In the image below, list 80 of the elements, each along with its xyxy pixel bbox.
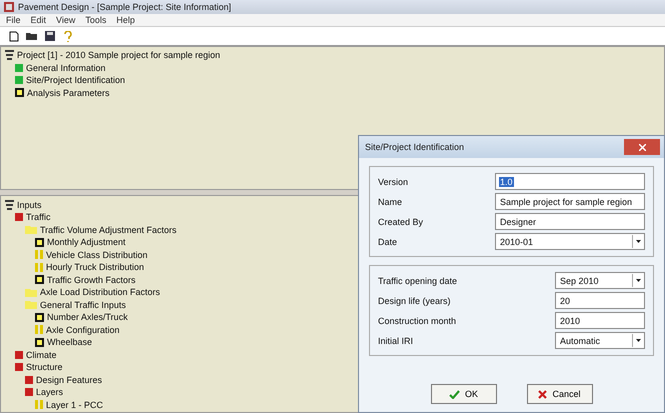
status-square-icon bbox=[25, 376, 33, 384]
tree-item[interactable]: Climate bbox=[26, 350, 57, 360]
tree-item[interactable]: Project [1] - 2010 Sample project for sample region bbox=[17, 50, 220, 60]
dropdown-field[interactable]: 2010-01 bbox=[495, 233, 645, 250]
help-icon bbox=[64, 30, 72, 42]
menu-item[interactable]: File bbox=[6, 15, 21, 25]
tree-item[interactable]: Axle Load Distribution Factors bbox=[40, 287, 160, 298]
dropdown-arrow-icon bbox=[636, 240, 641, 243]
tree-item[interactable]: Traffic Volume Adjustment Factors bbox=[40, 224, 177, 235]
field-label: Design life (years) bbox=[378, 296, 452, 306]
tree-root-icon bbox=[5, 200, 14, 210]
close-button[interactable] bbox=[624, 139, 660, 155]
status-square-icon bbox=[15, 76, 23, 84]
tree-item[interactable]: Number Axles/Truck bbox=[47, 312, 128, 322]
field-label: Version bbox=[378, 176, 410, 186]
status-square-icon bbox=[25, 388, 33, 396]
folder-icon bbox=[25, 288, 37, 297]
save-icon bbox=[44, 31, 54, 42]
new-file-icon bbox=[8, 30, 18, 42]
input-field[interactable]: Sample project for sample region bbox=[495, 193, 645, 210]
tree-item[interactable]: Traffic bbox=[26, 212, 51, 222]
tree-item[interactable]: General Information bbox=[26, 62, 106, 73]
cross-icon bbox=[538, 390, 548, 398]
tree-item[interactable]: Traffic Growth Factors bbox=[47, 274, 136, 285]
menu-item[interactable]: Tools bbox=[85, 15, 106, 25]
dialog-title: Site/Project Identification bbox=[365, 142, 464, 152]
field-label: Date bbox=[378, 236, 398, 246]
field-label: Created By bbox=[378, 216, 424, 226]
tree-item[interactable]: Layer 1 - PCC bbox=[46, 400, 104, 410]
dropdown-arrow-icon bbox=[636, 339, 641, 342]
bars-icon bbox=[35, 250, 43, 260]
menu-item[interactable]: Edit bbox=[30, 15, 46, 25]
check-icon bbox=[448, 390, 460, 398]
square-outline-icon bbox=[35, 312, 44, 322]
window-title: Pavement Design - [Sample Project: Site Information] bbox=[18, 2, 232, 12]
tree-item[interactable]: Layers bbox=[36, 387, 64, 398]
tree-item[interactable]: Design Features bbox=[36, 374, 102, 385]
square-outline-icon bbox=[35, 238, 44, 247]
menu-item[interactable]: View bbox=[56, 15, 76, 25]
folder-icon bbox=[26, 31, 37, 42]
input-field[interactable]: 20 bbox=[555, 292, 645, 309]
input-field[interactable]: Designer bbox=[495, 213, 645, 230]
tree-item[interactable]: General Traffic Inputs bbox=[40, 300, 126, 310]
field-label: Name bbox=[378, 196, 404, 206]
tree-item[interactable]: Structure bbox=[26, 362, 63, 372]
status-square-icon bbox=[15, 213, 23, 222]
tree-item[interactable]: Vehicle Class Distribution bbox=[46, 250, 148, 260]
input-field[interactable]: 1.0 bbox=[495, 173, 645, 190]
app-icon bbox=[4, 2, 14, 12]
dropdown-field[interactable]: Automatic bbox=[555, 332, 645, 349]
menu-item[interactable]: Help bbox=[116, 15, 135, 25]
tree-item[interactable]: Analysis Parameters bbox=[27, 88, 110, 98]
field-label: Initial IRI bbox=[378, 336, 414, 346]
input-field[interactable]: 2010 bbox=[555, 312, 645, 329]
tree-item[interactable]: Wheelbase bbox=[47, 337, 92, 348]
dropdown-field[interactable]: Sep 2010 bbox=[555, 272, 645, 289]
square-outline-icon bbox=[35, 338, 44, 347]
status-square-icon bbox=[15, 64, 23, 72]
tree-item[interactable]: Monthly Adjustment bbox=[47, 237, 126, 248]
toolbar-button[interactable] bbox=[42, 29, 57, 44]
tree-item[interactable]: Inputs bbox=[17, 200, 42, 210]
cancel-button[interactable]: Cancel bbox=[526, 384, 592, 404]
tree-item[interactable]: Site/Project Identification bbox=[26, 75, 126, 86]
folder-icon bbox=[25, 300, 37, 310]
field-label: Construction month bbox=[378, 316, 458, 326]
bars-icon bbox=[35, 400, 43, 410]
bars-icon bbox=[35, 262, 43, 272]
field-label: Traffic opening date bbox=[378, 276, 458, 286]
bars-icon bbox=[35, 325, 43, 334]
ok-button[interactable]: OK bbox=[430, 384, 496, 404]
square-outline-icon bbox=[15, 88, 24, 98]
status-square-icon bbox=[15, 363, 23, 372]
dropdown-arrow-icon bbox=[636, 279, 641, 282]
square-outline-icon bbox=[35, 275, 44, 284]
tree-item[interactable]: Hourly Truck Distribution bbox=[46, 262, 144, 272]
close-icon bbox=[638, 144, 646, 150]
tree-root-icon bbox=[5, 50, 14, 60]
folder-icon bbox=[25, 225, 37, 234]
tree-item[interactable]: Axle Configuration bbox=[46, 324, 120, 335]
status-square-icon bbox=[15, 350, 23, 359]
